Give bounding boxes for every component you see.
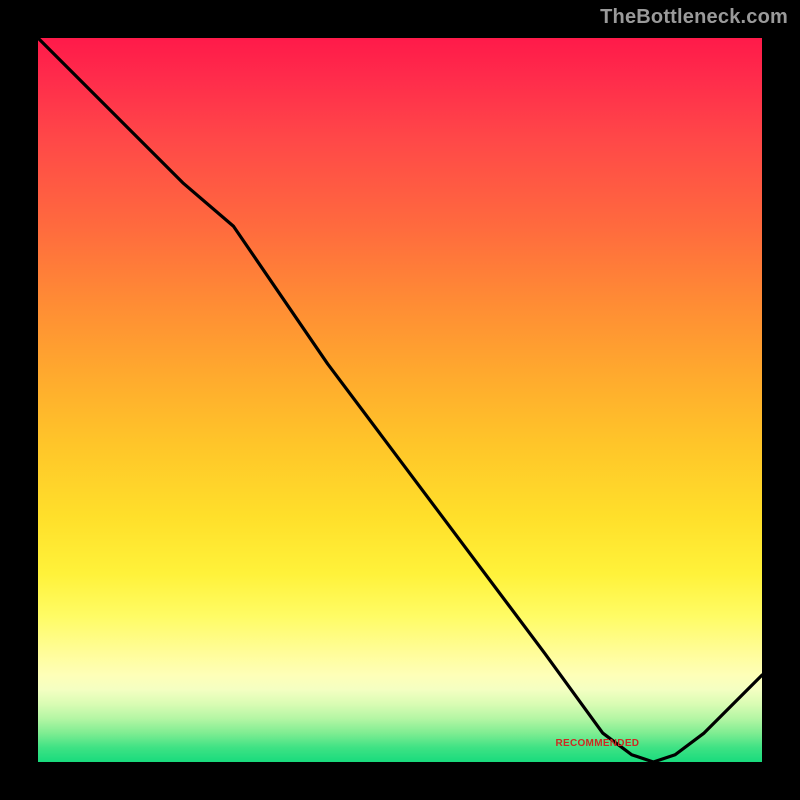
plot-area: RECOMMENDED (38, 38, 762, 762)
line-curve (38, 38, 762, 762)
recommended-annotation: RECOMMENDED (555, 738, 639, 749)
attribution-text: TheBottleneck.com (600, 6, 788, 29)
chart-stage: RECOMMENDED TheBottleneck.com (0, 0, 800, 800)
